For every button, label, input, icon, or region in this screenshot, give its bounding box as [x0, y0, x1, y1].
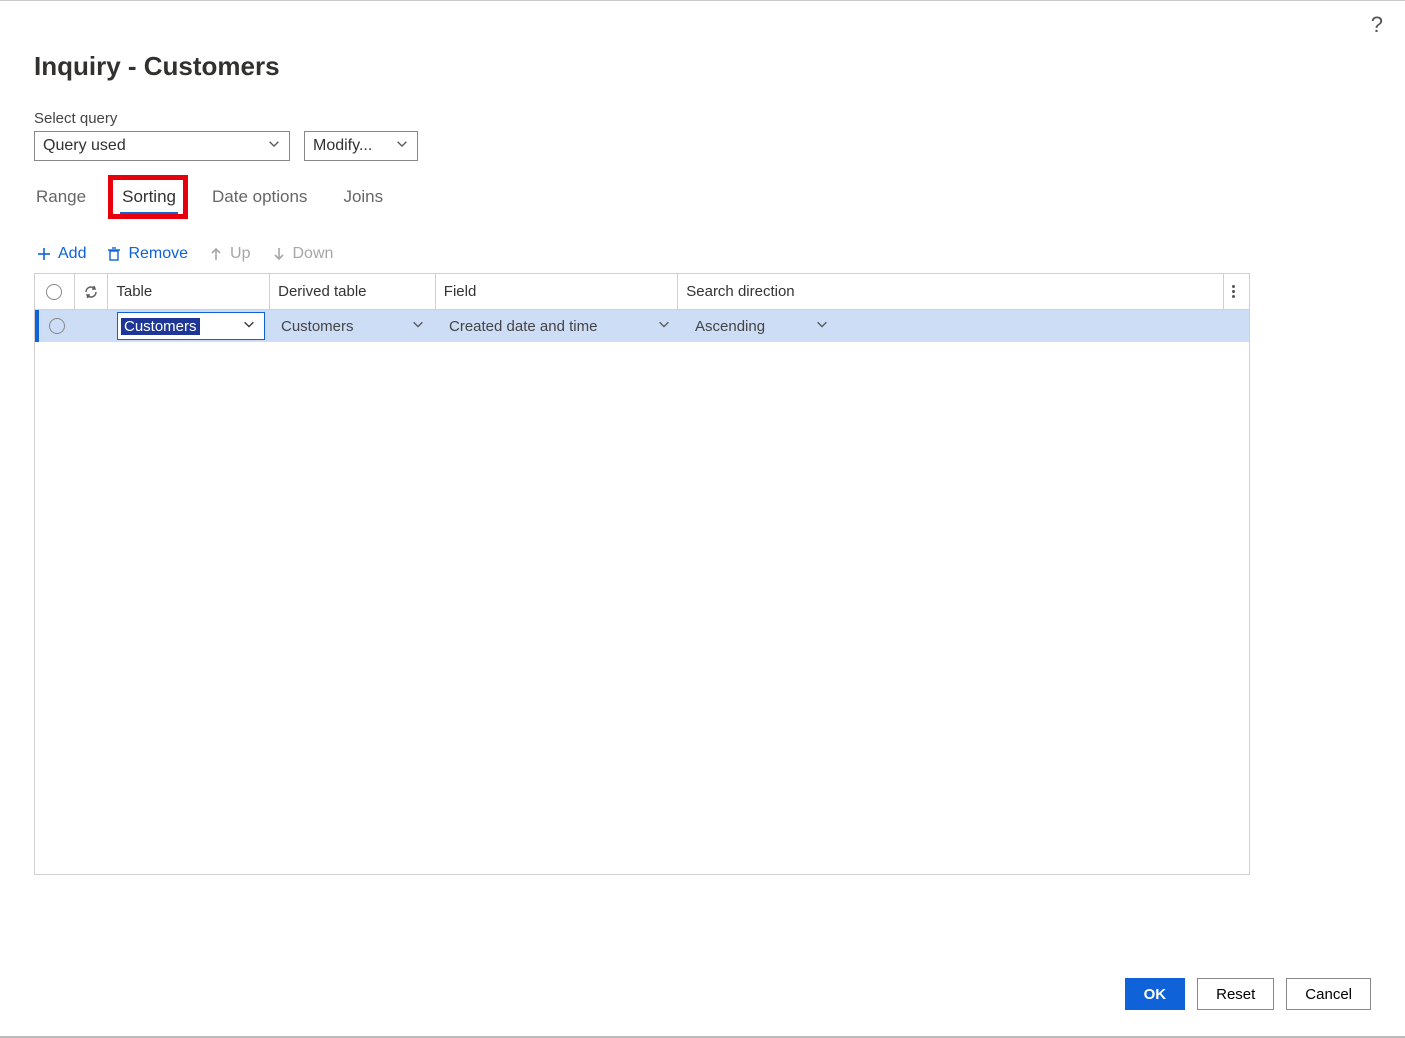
- remove-button-label: Remove: [128, 245, 188, 263]
- row-table-dropdown[interactable]: Customers: [117, 312, 265, 340]
- row-field-dropdown[interactable]: Created date and time: [449, 318, 679, 335]
- up-button-label: Up: [230, 245, 250, 263]
- add-button-label: Add: [58, 245, 86, 263]
- column-header-field[interactable]: Field: [436, 274, 678, 309]
- select-query-label: Select query: [34, 110, 290, 127]
- header-select-all[interactable]: [35, 274, 75, 309]
- ok-button[interactable]: OK: [1125, 978, 1186, 1010]
- remove-button[interactable]: Remove: [104, 243, 190, 265]
- sorting-grid: Table Derived table Field Search directi…: [34, 273, 1250, 875]
- chevron-down-icon: [395, 137, 409, 156]
- refresh-icon[interactable]: [75, 274, 109, 309]
- chevron-down-icon: [657, 317, 671, 335]
- column-header-table[interactable]: Table: [108, 274, 270, 309]
- query-dropdown-value: Query used: [43, 137, 126, 155]
- query-dropdown[interactable]: Query used: [34, 131, 290, 161]
- table-row[interactable]: Customers Customers Created date and tim…: [35, 310, 1249, 342]
- chevron-down-icon: [242, 317, 256, 335]
- tab-sorting[interactable]: Sorting: [120, 183, 178, 213]
- down-button: Down: [269, 243, 336, 265]
- chevron-down-icon: [267, 137, 281, 156]
- grid-more-icon[interactable]: [1224, 274, 1249, 309]
- up-button: Up: [206, 243, 252, 265]
- add-button[interactable]: Add: [34, 243, 88, 265]
- modify-button-label: Modify...: [313, 137, 372, 155]
- modify-button[interactable]: Modify...: [304, 131, 418, 161]
- tab-joins[interactable]: Joins: [341, 183, 385, 213]
- row-derived-value: Customers: [281, 318, 354, 335]
- row-direction-dropdown[interactable]: Ascending: [695, 318, 837, 335]
- row-direction-value: Ascending: [695, 318, 765, 335]
- help-icon[interactable]: ?: [1371, 12, 1383, 38]
- tab-date-options[interactable]: Date options: [210, 183, 309, 213]
- chevron-down-icon: [411, 317, 425, 335]
- row-field-value: Created date and time: [449, 318, 597, 335]
- row-select[interactable]: [39, 310, 75, 342]
- tab-range[interactable]: Range: [34, 183, 88, 213]
- row-derived-dropdown[interactable]: Customers: [281, 318, 433, 335]
- page-title: Inquiry - Customers: [34, 51, 1371, 82]
- cancel-button[interactable]: Cancel: [1286, 978, 1371, 1010]
- row-table-value: Customers: [121, 318, 200, 335]
- column-header-derived[interactable]: Derived table: [270, 274, 436, 309]
- reset-button[interactable]: Reset: [1197, 978, 1274, 1010]
- down-button-label: Down: [293, 245, 334, 263]
- column-header-direction[interactable]: Search direction: [678, 274, 1224, 309]
- chevron-down-icon: [815, 317, 829, 335]
